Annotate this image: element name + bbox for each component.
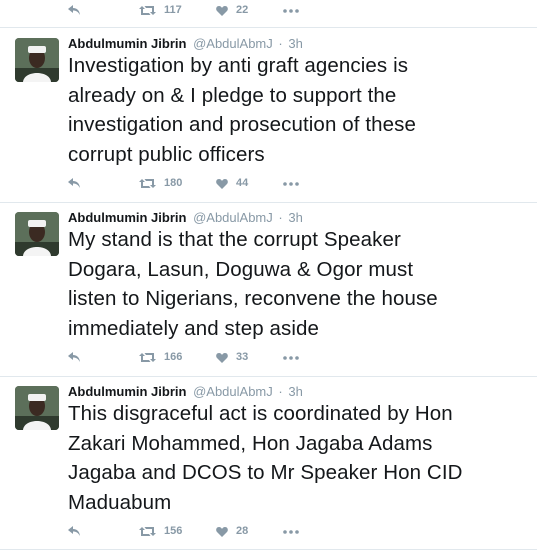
retweet-icon: [139, 352, 156, 362]
reply-button[interactable]: [68, 5, 86, 15]
like-button[interactable]: 22: [216, 4, 248, 16]
like-count: 22: [236, 4, 249, 16]
tweet-timestamp[interactable]: 3h: [288, 36, 302, 51]
tweet-text: Investigation by anti graft agencies is …: [68, 54, 416, 166]
retweet-count: 156: [164, 525, 183, 537]
tweet-feed: 117 22 Abdulmumin Jibrin @AbdulAbmJ · 3h…: [0, 0, 537, 552]
divider: [0, 202, 537, 203]
like-button[interactable]: 44: [216, 177, 248, 189]
divider: [0, 27, 537, 28]
tweet-timestamp[interactable]: 3h: [288, 210, 302, 225]
tweet-actions: 166 33: [68, 347, 299, 367]
heart-icon: [216, 352, 228, 363]
divider: [0, 549, 537, 550]
like-button[interactable]: 28: [216, 525, 248, 537]
author-name[interactable]: Abdulmumin Jibrin: [68, 384, 186, 399]
heart-icon: [216, 526, 228, 537]
tweet-actions: 180 44: [68, 173, 299, 193]
more-button[interactable]: [283, 177, 299, 189]
more-icon: [283, 9, 299, 13]
separator-dot: ·: [278, 384, 283, 399]
like-count: 44: [236, 177, 249, 189]
like-count: 33: [236, 351, 249, 363]
reply-icon: [68, 178, 80, 188]
retweet-icon: [139, 526, 156, 536]
reply-icon: [68, 526, 80, 536]
more-button[interactable]: [283, 525, 299, 537]
retweet-icon: [139, 178, 156, 188]
avatar[interactable]: [15, 212, 59, 256]
author-handle[interactable]: @AbdulAbmJ: [193, 36, 273, 51]
more-icon: [283, 530, 299, 534]
heart-icon: [216, 178, 228, 189]
retweet-count: 166: [164, 351, 183, 363]
more-icon: [283, 182, 299, 186]
reply-icon: [68, 5, 80, 15]
tweet-text: This disgraceful act is coordinated by H…: [68, 402, 463, 514]
author-name[interactable]: Abdulmumin Jibrin: [68, 36, 186, 51]
tweet-timestamp[interactable]: 3h: [288, 384, 302, 399]
retweet-count: 117: [164, 4, 182, 16]
retweet-icon: [139, 5, 156, 15]
tweet-actions: 117 22: [68, 0, 299, 20]
retweet-button[interactable]: 156: [139, 525, 182, 537]
like-button[interactable]: 33: [216, 351, 248, 363]
author-handle[interactable]: @AbdulAbmJ: [193, 210, 273, 225]
more-button[interactable]: [283, 351, 299, 363]
avatar[interactable]: [15, 386, 59, 430]
reply-button[interactable]: [68, 352, 86, 362]
avatar[interactable]: [15, 38, 59, 82]
retweet-count: 180: [164, 177, 183, 189]
reply-button[interactable]: [68, 178, 86, 188]
retweet-button[interactable]: 166: [139, 351, 182, 363]
retweet-button[interactable]: 117: [139, 4, 182, 16]
tweet-text: My stand is that the corrupt Speaker Dog…: [68, 228, 438, 340]
like-count: 28: [236, 525, 249, 537]
author-handle[interactable]: @AbdulAbmJ: [193, 384, 273, 399]
retweet-button[interactable]: 180: [139, 177, 182, 189]
more-icon: [283, 356, 299, 360]
reply-button[interactable]: [68, 526, 86, 536]
heart-icon: [216, 5, 228, 16]
divider: [0, 376, 537, 377]
tweet-actions: 156 28: [68, 521, 299, 541]
more-button[interactable]: [283, 4, 299, 16]
separator-dot: ·: [278, 210, 283, 225]
author-name[interactable]: Abdulmumin Jibrin: [68, 210, 186, 225]
reply-icon: [68, 352, 80, 362]
separator-dot: ·: [278, 36, 283, 51]
